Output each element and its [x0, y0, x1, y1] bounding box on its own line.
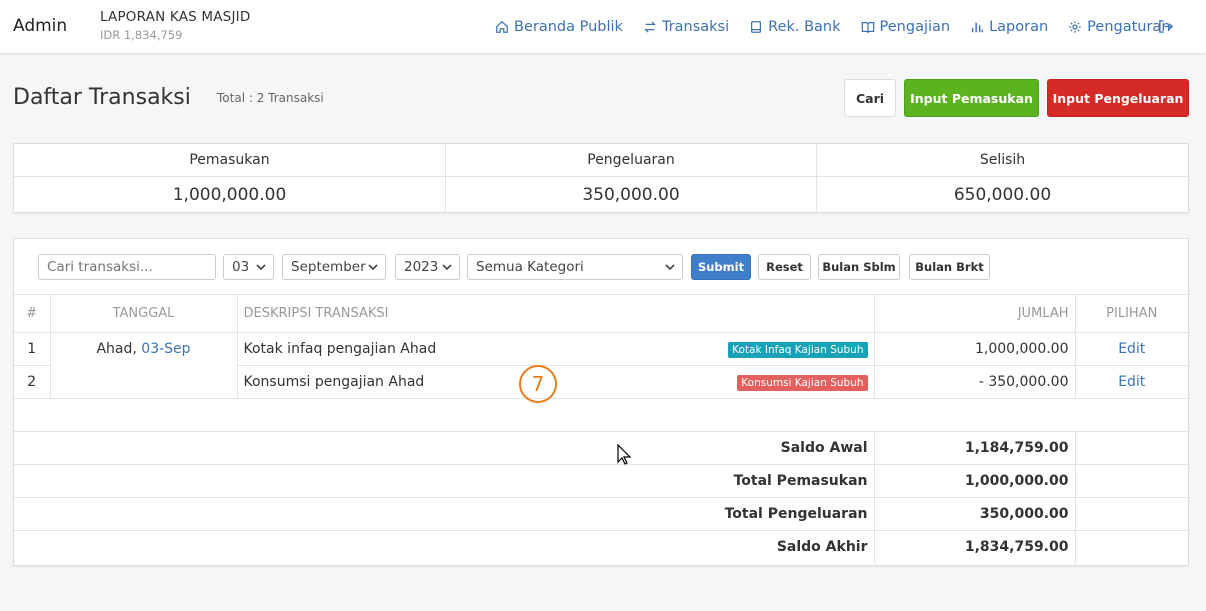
category-badge[interactable]: Konsumsi Kajian Subuh — [737, 374, 868, 391]
month-select[interactable]: September — [282, 254, 386, 280]
col-date: TANGGAL — [49, 294, 237, 333]
summary-card: Pemasukan 1,000,000.00 Pengeluaran 350,0… — [13, 143, 1189, 213]
description-text: Kotak infaq pengajian Ahad — [243, 340, 437, 357]
row-amount: - 350,000.00 — [873, 365, 1075, 399]
total-value: 1,000,000.00 — [873, 464, 1075, 498]
col-options: PILIHAN — [1074, 294, 1188, 333]
home-icon — [496, 20, 508, 33]
row-number: 1 — [14, 332, 50, 366]
chevron-down-icon — [368, 264, 378, 271]
summary-label: Pemasukan — [14, 144, 445, 177]
total-label: Saldo Awal — [14, 431, 874, 465]
category-value: Semua Kategori — [476, 259, 584, 275]
summary-value: 650,000.00 — [953, 184, 1052, 205]
transactions-table: # TANGGAL DESKRIPSI TRANSAKSI JUMLAH PIL… — [14, 294, 1188, 564]
summary-value: 1,000,000.00 — [172, 184, 287, 205]
next-month-button[interactable]: Bulan Brkt — [909, 254, 990, 280]
category-select[interactable]: Semua Kategori — [467, 254, 683, 280]
totals-row: Saldo Akhir 1,834,759.00 — [14, 530, 1188, 564]
search-input[interactable] — [38, 254, 216, 280]
summary-label: Selisih — [817, 144, 1188, 177]
reset-button[interactable]: Reset — [758, 254, 811, 280]
nav-rek-bank[interactable]: Rek. Bank — [749, 19, 841, 35]
summary-label: Pengeluaran — [446, 144, 816, 177]
total-label: Total Pemasukan — [14, 464, 874, 498]
chevron-down-icon — [256, 264, 266, 271]
nav-pengajian[interactable]: Pengajian — [861, 19, 951, 35]
summary-income: Pemasukan 1,000,000.00 — [14, 144, 446, 212]
year-value: 2023 — [404, 259, 439, 275]
main-nav: Beranda Publik Transaksi Rek. Bank Penga… — [495, 17, 1191, 37]
table-row: 1 Ahad, 03-Sep Kotak infaq pengajian Aha… — [14, 332, 1188, 399]
totals-row: Saldo Awal 1,184,759.00 — [14, 431, 1188, 465]
step-marker: 7 — [519, 365, 557, 403]
col-number: # — [14, 294, 50, 333]
nav-label: Laporan — [989, 19, 1049, 35]
date-link[interactable]: 03-Sep — [141, 341, 190, 357]
top-navbar: Admin LAPORAN KAS MASJID IDR 1,834,759 B… — [0, 0, 1206, 54]
page-title: Daftar Transaksi — [13, 85, 191, 110]
chevron-down-icon — [665, 264, 675, 271]
book-icon — [751, 21, 762, 33]
total-value: 1,184,759.00 — [873, 431, 1075, 465]
nav-label: Beranda Publik — [514, 19, 623, 35]
nav-transaksi[interactable]: Transaksi — [643, 19, 729, 35]
total-value: 1,834,759.00 — [873, 530, 1075, 564]
row-amount: 1,000,000.00 — [873, 332, 1075, 366]
month-value: September — [291, 259, 366, 275]
org-info: LAPORAN KAS MASJID IDR 1,834,759 — [100, 9, 250, 42]
total-label: Total Pengeluaran — [14, 497, 874, 531]
date-day: Ahad, — [96, 341, 137, 357]
org-balance: IDR 1,834,759 — [100, 28, 183, 42]
year-select[interactable]: 2023 — [395, 254, 460, 280]
category-badge[interactable]: Kotak Infaq Kajian Subuh — [728, 341, 868, 358]
total-label: Saldo Akhir — [14, 530, 874, 564]
nav-label: Pengajian — [879, 19, 951, 35]
search-button[interactable]: Cari — [844, 79, 896, 117]
mouse-cursor-icon — [617, 444, 631, 465]
day-value: 03 — [232, 259, 250, 275]
nav-pengaturan[interactable]: Pengaturan — [1068, 19, 1171, 35]
total-value: 350,000.00 — [873, 497, 1075, 531]
org-name: LAPORAN KAS MASJID — [100, 9, 251, 25]
input-income-button[interactable]: Input Pemasukan — [904, 79, 1039, 117]
totals-row: Total Pengeluaran 350,000.00 — [14, 497, 1188, 531]
transaction-count: Total : 2 Transaksi — [217, 91, 324, 105]
row-options: Edit — [1074, 332, 1188, 366]
logout-icon[interactable] — [1158, 19, 1173, 34]
edit-link[interactable]: Edit — [1118, 374, 1145, 390]
exchange-icon — [644, 21, 656, 33]
bar-chart-icon — [972, 22, 984, 33]
brand[interactable]: Admin — [13, 16, 67, 36]
chevron-down-icon — [442, 264, 452, 271]
col-amount: JUMLAH — [873, 294, 1075, 333]
gear-icon — [1069, 21, 1081, 33]
nav-label: Transaksi — [661, 19, 730, 35]
totals-row: Total Pemasukan 1,000,000.00 — [14, 464, 1188, 498]
submit-button[interactable]: Submit — [691, 254, 751, 280]
description-text: Konsumsi pengajian Ahad — [243, 373, 425, 390]
row-number: 2 — [14, 365, 50, 399]
edit-link[interactable]: Edit — [1118, 341, 1145, 357]
previous-month-button[interactable]: Bulan Sblm — [818, 254, 900, 280]
spacer-row — [14, 398, 1188, 432]
day-select[interactable]: 03 — [223, 254, 274, 280]
col-description: DESKRIPSI TRANSAKSI — [236, 294, 874, 333]
row-date: Ahad, 03-Sep — [49, 332, 237, 399]
table-header: # TANGGAL DESKRIPSI TRANSAKSI JUMLAH PIL… — [14, 294, 1188, 333]
nav-beranda-publik[interactable]: Beranda Publik — [495, 19, 623, 35]
row-description: Kotak infaq pengajian Ahad Kotak Infaq K… — [236, 332, 874, 366]
open-book-icon — [861, 22, 874, 33]
transactions-panel: 03 September 2023 Semua Kategori Submit … — [13, 238, 1189, 566]
nav-label: Rek. Bank — [768, 19, 841, 35]
input-expense-button[interactable]: Input Pengeluaran — [1047, 79, 1189, 117]
summary-expense: Pengeluaran 350,000.00 — [446, 144, 817, 212]
summary-difference: Selisih 650,000.00 — [817, 144, 1188, 212]
row-options: Edit — [1074, 365, 1188, 399]
nav-laporan[interactable]: Laporan — [970, 19, 1048, 35]
summary-value: 350,000.00 — [582, 184, 680, 205]
